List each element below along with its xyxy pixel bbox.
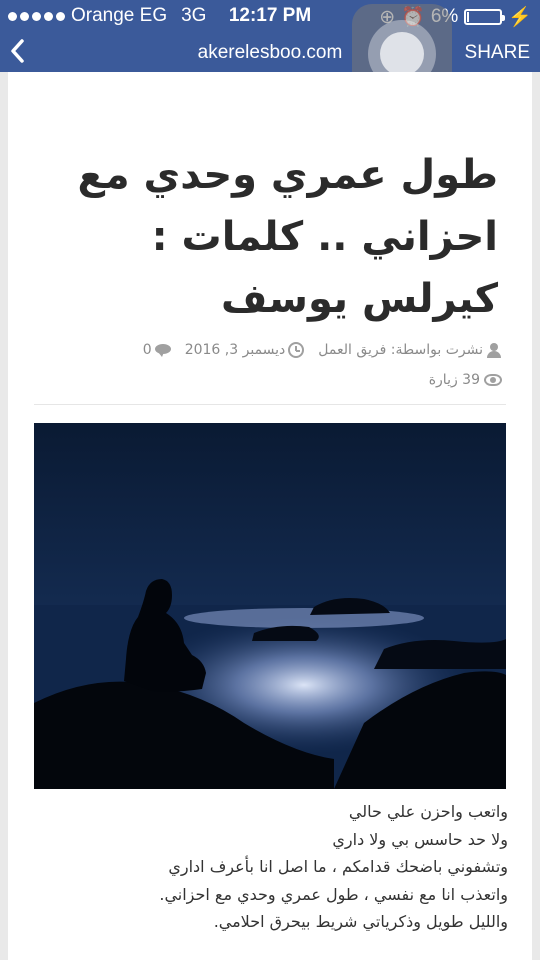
article-title: طول عمري وحدي مع احزاني .. كلمات : كيرلس… [38, 144, 498, 330]
back-button[interactable] [8, 36, 32, 73]
article-body: واتعب واحزن علي حالي ولا حد حاسس بي ولا … [28, 798, 508, 936]
night-sea-silhouette-image [34, 423, 506, 789]
author-text: نشرت بواسطة: فريق العمل [318, 342, 483, 358]
views-count: 39 زيارة [428, 372, 480, 388]
eye-icon [484, 374, 502, 386]
title-line: كيرلس يوسف [220, 276, 498, 322]
views-meta: 39 زيارة [429, 372, 502, 388]
body-line: واتعب واحزن علي حالي [348, 802, 508, 821]
battery-icon [464, 9, 506, 25]
article-meta: نشرت بواسطة: فريق العمل ديسمبر 3, 2016 0 [143, 342, 502, 358]
article-card: طول عمري وحدي مع احزاني .. كلمات : كيرلس… [8, 72, 532, 960]
battery-level [467, 12, 470, 22]
body-line: وتشفوني باضحك قدامكم ، ما اصل انا بأعرف … [168, 857, 508, 876]
charging-icon: ⚡ [508, 7, 532, 28]
date-text: ديسمبر 3, 2016 [184, 342, 286, 358]
title-line: طول عمري وحدي مع [77, 152, 498, 198]
article-image [34, 423, 506, 789]
body-line: ولا حد حاسس بي ولا داري [332, 829, 508, 849]
user-icon [486, 342, 502, 358]
date-meta: ديسمبر 3, 2016 [185, 342, 305, 358]
chevron-left-icon [11, 39, 24, 63]
body-line: والليل طويل وذكرياتي شريط بيحرق احلامي. [213, 912, 508, 931]
comment-icon [154, 342, 171, 358]
comments-meta[interactable]: 0 [143, 342, 171, 358]
comments-count: 0 [142, 342, 152, 358]
status-bar: Orange EG 3G 12:17 PM ⊕ ⏰ 6% ⚡ [0, 0, 540, 34]
browser-nav-bar: akerelesboo.com SHARE [0, 34, 540, 72]
clock-icon [288, 342, 305, 358]
share-button[interactable]: SHARE [465, 42, 530, 64]
divider [34, 404, 506, 405]
author-meta[interactable]: نشرت بواسطة: فريق العمل [318, 342, 502, 358]
body-line: واتعذب انا مع نفسي ، طول عمري وحدي مع اح… [159, 884, 508, 904]
title-line: احزاني .. كلمات : [151, 214, 498, 260]
